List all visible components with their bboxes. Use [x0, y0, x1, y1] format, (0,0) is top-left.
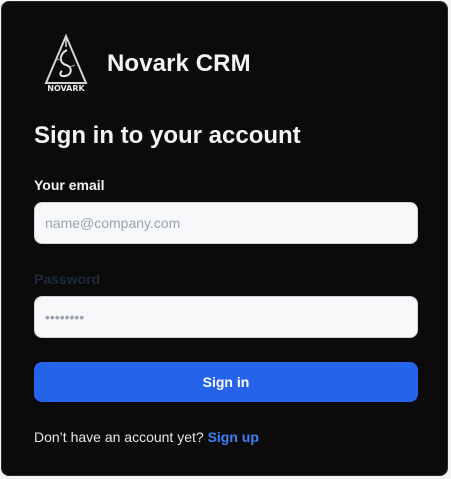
email-label: Your email — [34, 177, 105, 193]
brand-name: Novark CRM — [107, 50, 251, 77]
email-field[interactable] — [34, 202, 418, 244]
page-title: Sign in to your account — [34, 122, 301, 149]
signup-prompt-row: Don’t have an account yet? Sign up — [34, 427, 259, 447]
password-label: Password — [34, 271, 101, 287]
signin-card: NOVARK Novark CRM Sign in to your accoun… — [1, 1, 448, 476]
sign-in-button[interactable]: Sign in — [34, 362, 418, 402]
password-field[interactable] — [34, 296, 418, 338]
signup-prompt-text: Don’t have an account yet? — [34, 429, 204, 445]
novark-logo-icon: NOVARK — [42, 33, 90, 95]
brand-header: NOVARK Novark CRM — [42, 32, 251, 96]
logo-wordmark: NOVARK — [47, 84, 85, 93]
sign-up-link[interactable]: Sign up — [208, 429, 259, 445]
